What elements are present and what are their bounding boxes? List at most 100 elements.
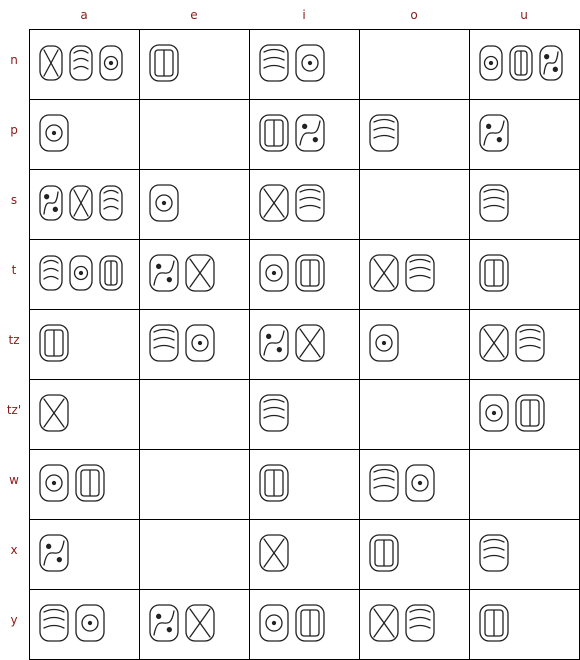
consonant-header-s: s — [10, 193, 18, 207]
syllable-cell — [29, 589, 140, 660]
syllable-cell — [359, 519, 470, 590]
maya-glyph-icon — [478, 393, 510, 437]
grid-row — [29, 99, 580, 170]
maya-glyph-icon — [514, 323, 546, 367]
syllable-cell — [29, 449, 140, 520]
maya-glyph-icon — [184, 603, 216, 647]
maya-glyph-icon — [258, 533, 290, 577]
syllable-cell — [249, 449, 360, 520]
maya-glyph-icon — [368, 253, 400, 297]
syllable-glyph-group — [470, 30, 579, 99]
maya-glyph-icon — [538, 44, 564, 86]
maya-glyph-icon — [294, 43, 326, 87]
syllable-glyph-group — [30, 100, 139, 169]
syllable-glyph-group — [30, 380, 139, 449]
maya-glyph-icon — [368, 323, 400, 367]
syllable-glyph-group — [250, 450, 359, 519]
maya-glyph-icon — [148, 253, 180, 297]
maya-glyph-icon — [294, 253, 326, 297]
maya-glyph-icon — [294, 323, 326, 367]
consonant-header-y: y — [10, 613, 18, 627]
syllable-glyph-group — [470, 520, 579, 589]
maya-glyph-icon — [258, 113, 290, 157]
syllable-cell — [29, 29, 140, 100]
syllable-glyph-group — [140, 310, 249, 379]
maya-glyph-icon — [258, 393, 290, 437]
maya-glyph-icon — [478, 253, 510, 297]
maya-glyph-icon — [478, 533, 510, 577]
maya-glyph-icon — [258, 253, 290, 297]
maya-glyph-icon — [368, 603, 400, 647]
syllable-glyph-group — [30, 240, 139, 309]
maya-glyph-icon — [68, 184, 94, 226]
syllable-glyph-group — [140, 590, 249, 659]
syllable-glyph-group — [360, 520, 469, 589]
syllable-glyph-group — [360, 380, 469, 449]
maya-glyph-icon — [258, 43, 290, 87]
syllable-cell — [249, 99, 360, 170]
syllable-cell — [139, 379, 250, 450]
syllable-cell — [139, 309, 250, 380]
syllable-glyph-group — [250, 100, 359, 169]
vowel-header-o: o — [410, 8, 418, 22]
syllable-glyph-group — [250, 380, 359, 449]
maya-glyph-icon — [294, 183, 326, 227]
maya-glyph-icon — [98, 44, 124, 86]
syllable-cell — [359, 169, 470, 240]
syllable-glyph-group — [30, 30, 139, 99]
syllable-glyph-group — [140, 380, 249, 449]
syllable-glyph-group — [30, 450, 139, 519]
syllable-cell — [469, 589, 580, 660]
consonant-header-t: t — [11, 263, 17, 277]
syllable-cell — [29, 379, 140, 450]
maya-glyph-icon — [404, 463, 436, 507]
syllable-cell — [469, 169, 580, 240]
syllable-glyph-group — [140, 450, 249, 519]
maya-glyph-icon — [74, 603, 106, 647]
syllable-cell — [249, 29, 360, 100]
syllable-cell — [139, 99, 250, 170]
maya-glyph-icon — [368, 463, 400, 507]
grid-row — [29, 239, 580, 310]
syllable-glyph-group — [30, 310, 139, 379]
maya-glyph-icon — [38, 113, 70, 157]
consonant-header-p: p — [10, 123, 18, 137]
maya-glyph-icon — [38, 533, 70, 577]
syllable-cell — [359, 379, 470, 450]
syllable-cell — [359, 29, 470, 100]
syllable-cell — [249, 519, 360, 590]
consonant-header-tz: tz — [8, 333, 20, 347]
syllable-cell — [29, 239, 140, 310]
grid-row — [29, 29, 580, 100]
maya-glyph-icon — [258, 323, 290, 367]
maya-glyph-icon — [368, 113, 400, 157]
grid-row — [29, 519, 580, 590]
syllable-cell — [469, 519, 580, 590]
syllable-glyph-group — [470, 380, 579, 449]
syllable-cell — [359, 309, 470, 380]
syllable-glyph-group — [140, 520, 249, 589]
vowel-header-i: i — [302, 8, 306, 22]
maya-glyph-icon — [514, 393, 546, 437]
syllable-glyph-group — [250, 170, 359, 239]
syllable-glyph-group — [30, 590, 139, 659]
syllable-cell — [359, 589, 470, 660]
syllable-glyph-group — [360, 590, 469, 659]
grid-row — [29, 449, 580, 520]
syllable-cell — [469, 239, 580, 310]
syllable-cell — [139, 29, 250, 100]
syllable-glyph-group — [470, 100, 579, 169]
syllable-glyph-group — [470, 170, 579, 239]
syllable-cell — [139, 169, 250, 240]
maya-glyph-icon — [294, 113, 326, 157]
syllable-glyph-group — [470, 590, 579, 659]
maya-glyph-icon — [508, 44, 534, 86]
maya-glyph-icon — [148, 43, 180, 87]
syllable-cell — [139, 519, 250, 590]
syllable-glyph-group — [140, 100, 249, 169]
syllable-cell — [139, 449, 250, 520]
maya-glyph-icon — [294, 603, 326, 647]
syllable-glyph-group — [250, 240, 359, 309]
syllable-cell — [469, 309, 580, 380]
syllable-cell — [359, 449, 470, 520]
